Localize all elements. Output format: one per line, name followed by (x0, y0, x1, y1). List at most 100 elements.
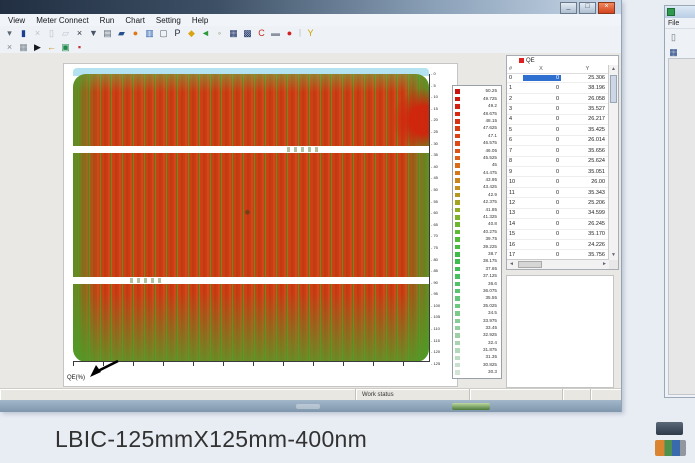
table-row[interactable]: 1038.196 (507, 83, 609, 93)
table-row[interactable]: 2026.058 (507, 94, 609, 104)
x-value-cell[interactable]: 0 (523, 116, 561, 122)
minimize-button[interactable]: _ (560, 2, 577, 14)
row-index-cell[interactable]: 5 (507, 127, 523, 133)
table-row[interactable]: 5035.425 (507, 125, 609, 135)
step-icon[interactable]: ◦ (213, 27, 226, 39)
table-row[interactable]: 13034.599 (507, 209, 609, 219)
vertical-scroll-thumb[interactable] (610, 75, 617, 103)
y-value-cell[interactable]: 35.425 (561, 127, 609, 133)
maximize-button[interactable]: □ (579, 2, 596, 14)
run-icon[interactable]: ◄ (199, 27, 212, 39)
y-value-cell[interactable]: 35.656 (561, 148, 609, 154)
row-index-cell[interactable]: 8 (507, 158, 523, 164)
screens-icon[interactable]: ▦ (227, 27, 240, 39)
scroll-up-icon[interactable]: ▲ (609, 65, 618, 74)
x-value-cell[interactable]: 0 (523, 148, 561, 154)
funnel-icon[interactable]: Y (304, 27, 317, 39)
menu-setting[interactable]: Setting (156, 16, 181, 25)
y-value-cell[interactable]: 26.00 (561, 179, 609, 185)
y-value-cell[interactable]: 26.245 (561, 221, 609, 227)
menu-chart[interactable]: Chart (125, 16, 145, 25)
row-index-cell[interactable]: 9 (507, 169, 523, 175)
row-index-cell[interactable]: 7 (507, 148, 523, 154)
taskbar-item-icon[interactable] (656, 422, 683, 435)
row-index-cell[interactable]: 11 (507, 190, 523, 196)
c-icon[interactable]: C (255, 27, 268, 39)
doc-icon[interactable]: ▯ (667, 31, 680, 43)
table-row[interactable]: 10026.00 (507, 177, 609, 187)
y-value-cell[interactable]: 26.014 (561, 137, 609, 143)
row-index-cell[interactable]: 15 (507, 231, 523, 237)
table-row[interactable]: 14026.245 (507, 219, 609, 229)
close-x-icon[interactable]: × (3, 41, 16, 53)
pointer-icon[interactable]: ▶ (31, 41, 44, 53)
menu-run[interactable]: Run (100, 16, 115, 25)
save-icon[interactable]: ▮ (17, 27, 30, 39)
colormap-app-icon[interactable] (655, 440, 686, 456)
x-value-cell[interactable]: 0 (523, 200, 561, 206)
x-value-cell[interactable]: 0 (523, 169, 561, 175)
x-value-cell[interactable]: 0 (523, 179, 561, 185)
secondary-title-bar[interactable] (665, 6, 695, 18)
x-value-cell[interactable]: 0 (523, 85, 561, 91)
secondary-menu-file[interactable]: File (665, 18, 695, 29)
y-value-cell[interactable]: 26.058 (561, 96, 609, 102)
y-value-cell[interactable]: 24.226 (561, 242, 609, 248)
copy-icon[interactable]: ▯ (45, 27, 58, 39)
map-icon[interactable]: ▦ (667, 46, 680, 58)
table-row[interactable]: 11035.343 (507, 188, 609, 198)
y-value-cell[interactable]: 35.756 (561, 252, 609, 258)
horizontal-scrollbar[interactable]: ◄ ► (507, 259, 609, 269)
y-value-cell[interactable]: 25.206 (561, 200, 609, 206)
y-value-cell[interactable]: 35.343 (561, 190, 609, 196)
x-value-cell[interactable]: 0 (523, 210, 561, 216)
close-button[interactable]: × (598, 2, 615, 14)
y-value-cell[interactable]: 35.051 (561, 169, 609, 175)
row-index-cell[interactable]: 14 (507, 221, 523, 227)
menu-view[interactable]: View (8, 16, 25, 25)
pause-icon[interactable]: ▬ (269, 27, 282, 39)
horizontal-scroll-thumb[interactable] (518, 261, 542, 268)
table-row[interactable]: 3035.527 (507, 104, 609, 114)
cut-icon[interactable]: × (31, 27, 44, 39)
table-row[interactable]: 7035.656 (507, 146, 609, 156)
monitor-icon[interactable]: ▢ (157, 27, 170, 39)
x-value-cell[interactable]: 0 (523, 158, 561, 164)
scroll-right-icon[interactable]: ► (600, 260, 609, 269)
x-value-cell[interactable]: 0 (523, 252, 561, 258)
row-index-cell[interactable]: 12 (507, 200, 523, 206)
y-value-cell[interactable]: 26.217 (561, 116, 609, 122)
delete-icon[interactable]: × (73, 27, 86, 39)
row-index-cell[interactable]: 6 (507, 137, 523, 143)
qe-heatmap[interactable] (73, 74, 429, 362)
p-icon[interactable]: P (171, 27, 184, 39)
table-row[interactable]: 0025.306 (507, 73, 609, 83)
y-value-cell[interactable]: 25.306 (561, 75, 609, 81)
y-value-cell[interactable]: 25.624 (561, 158, 609, 164)
row-index-cell[interactable]: 1 (507, 85, 523, 91)
row-index-cell[interactable]: 13 (507, 210, 523, 216)
stop-icon[interactable]: ▪ (73, 41, 86, 53)
record-icon[interactable]: ● (283, 27, 296, 39)
menu-meter-connect[interactable]: Meter Connect (36, 16, 88, 25)
paste-icon[interactable]: ▱ (59, 27, 72, 39)
star-icon[interactable]: ◆ (185, 27, 198, 39)
row-index-cell[interactable]: 3 (507, 106, 523, 112)
x-value-cell[interactable]: 0 (523, 127, 561, 133)
table-row[interactable]: 4026.217 (507, 115, 609, 125)
table-row[interactable]: 15035.170 (507, 230, 609, 240)
y-value-cell[interactable]: 38.196 (561, 85, 609, 91)
x-value-cell[interactable]: 0 (523, 231, 561, 237)
x-value-cell[interactable]: 0 (523, 221, 561, 227)
qe-map-panel[interactable]: 0510152025303540455055606570758085909510… (63, 63, 458, 387)
scroll-left-icon[interactable]: ◄ (507, 260, 516, 269)
row-index-cell[interactable]: 10 (507, 179, 523, 185)
y-value-cell[interactable]: 35.527 (561, 106, 609, 112)
table-row[interactable]: 9035.051 (507, 167, 609, 177)
x-value-cell[interactable]: 0 (523, 242, 561, 248)
x-value-cell[interactable]: 0 (523, 190, 561, 196)
print-icon[interactable]: ▤ (101, 27, 114, 39)
table-row[interactable]: 6026.014 (507, 136, 609, 146)
row-index-cell[interactable]: 4 (507, 116, 523, 122)
row-index-cell[interactable]: 0 (507, 75, 523, 81)
